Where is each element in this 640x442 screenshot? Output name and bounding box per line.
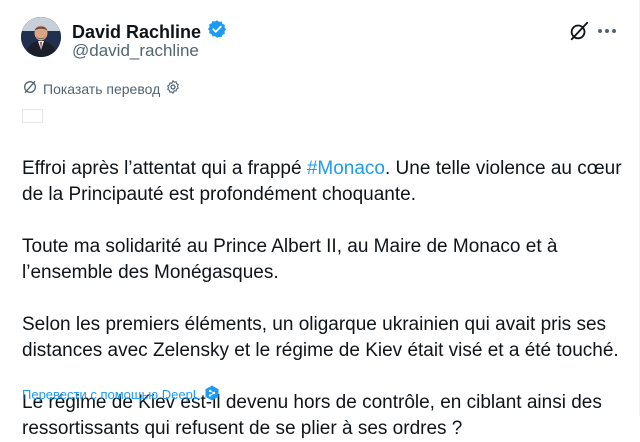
author-handle[interactable]: @david_rachline bbox=[72, 41, 199, 61]
hashtag-monaco[interactable]: #Monaco bbox=[307, 158, 385, 179]
monaco-flag-icon bbox=[22, 109, 43, 123]
author-name[interactable]: David Rachline bbox=[72, 21, 201, 43]
deepl-translate-link[interactable]: Перевести с помощью DeepL bbox=[22, 385, 219, 404]
deepl-label[interactable]: Перевести с помощью DeepL bbox=[22, 387, 200, 402]
avatar[interactable] bbox=[21, 17, 61, 57]
tweet-paragraph-2: Toute ma solidarité au Prince Albert II,… bbox=[22, 236, 558, 283]
verified-badge-icon bbox=[207, 19, 227, 44]
show-translation-label[interactable]: Показать перевод bbox=[43, 81, 160, 97]
deepl-icon bbox=[205, 385, 219, 404]
settings-icon[interactable] bbox=[165, 79, 181, 98]
tweet-paragraph-1 bbox=[22, 104, 622, 130]
translate-icon bbox=[22, 79, 38, 98]
show-translation-link[interactable]: Показать перевод bbox=[22, 79, 181, 98]
grok-icon[interactable] bbox=[568, 20, 590, 42]
tweet-paragraph-3: Selon les premiers éléments, un oligarqu… bbox=[22, 314, 619, 361]
more-icon[interactable] bbox=[598, 22, 620, 40]
